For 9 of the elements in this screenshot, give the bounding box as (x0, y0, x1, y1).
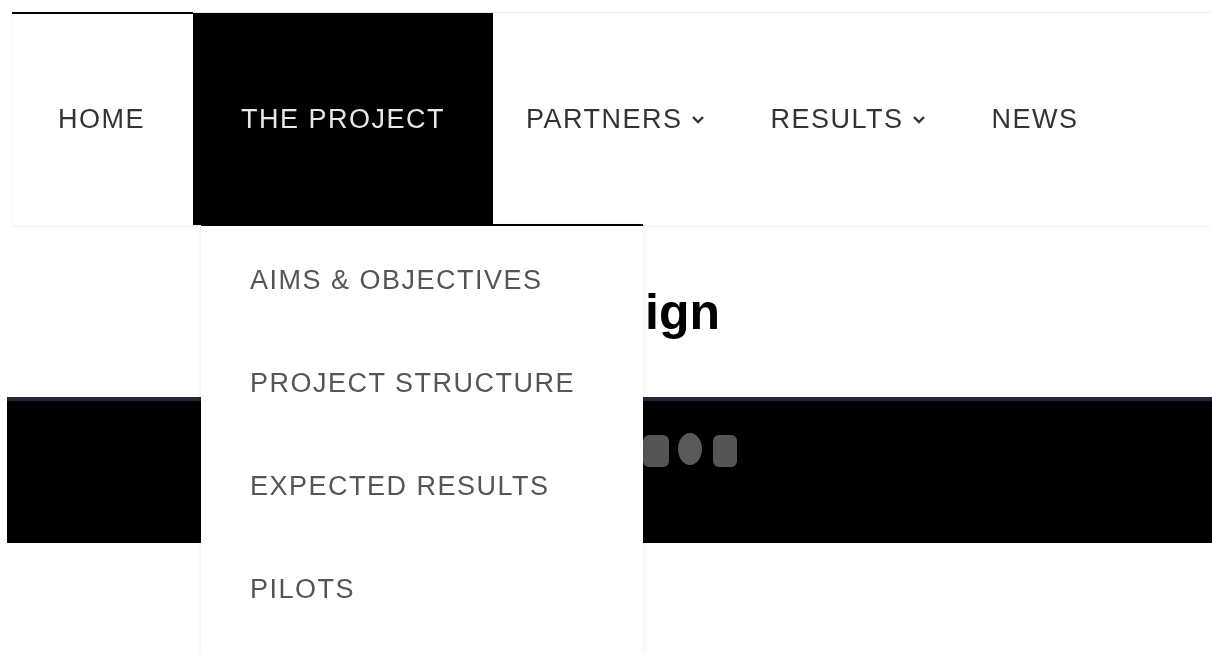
nav-link[interactable]: THE PROJECT (193, 13, 493, 225)
dropdown-item[interactable]: PROJECT STRUCTURE (250, 355, 576, 458)
dropdown-item[interactable]: PILOTS (250, 561, 356, 653)
nav-link[interactable]: RESULTS (737, 13, 959, 225)
nav-link[interactable]: PARTNERS (493, 13, 738, 225)
nav-link[interactable]: NEWS (958, 13, 1112, 225)
dropdown-item[interactable]: AIMS & OBJECTIVES (250, 252, 543, 355)
dropdown-item[interactable]: EXPECTED RESULTS (250, 458, 550, 561)
page-heading: ign (645, 287, 720, 337)
